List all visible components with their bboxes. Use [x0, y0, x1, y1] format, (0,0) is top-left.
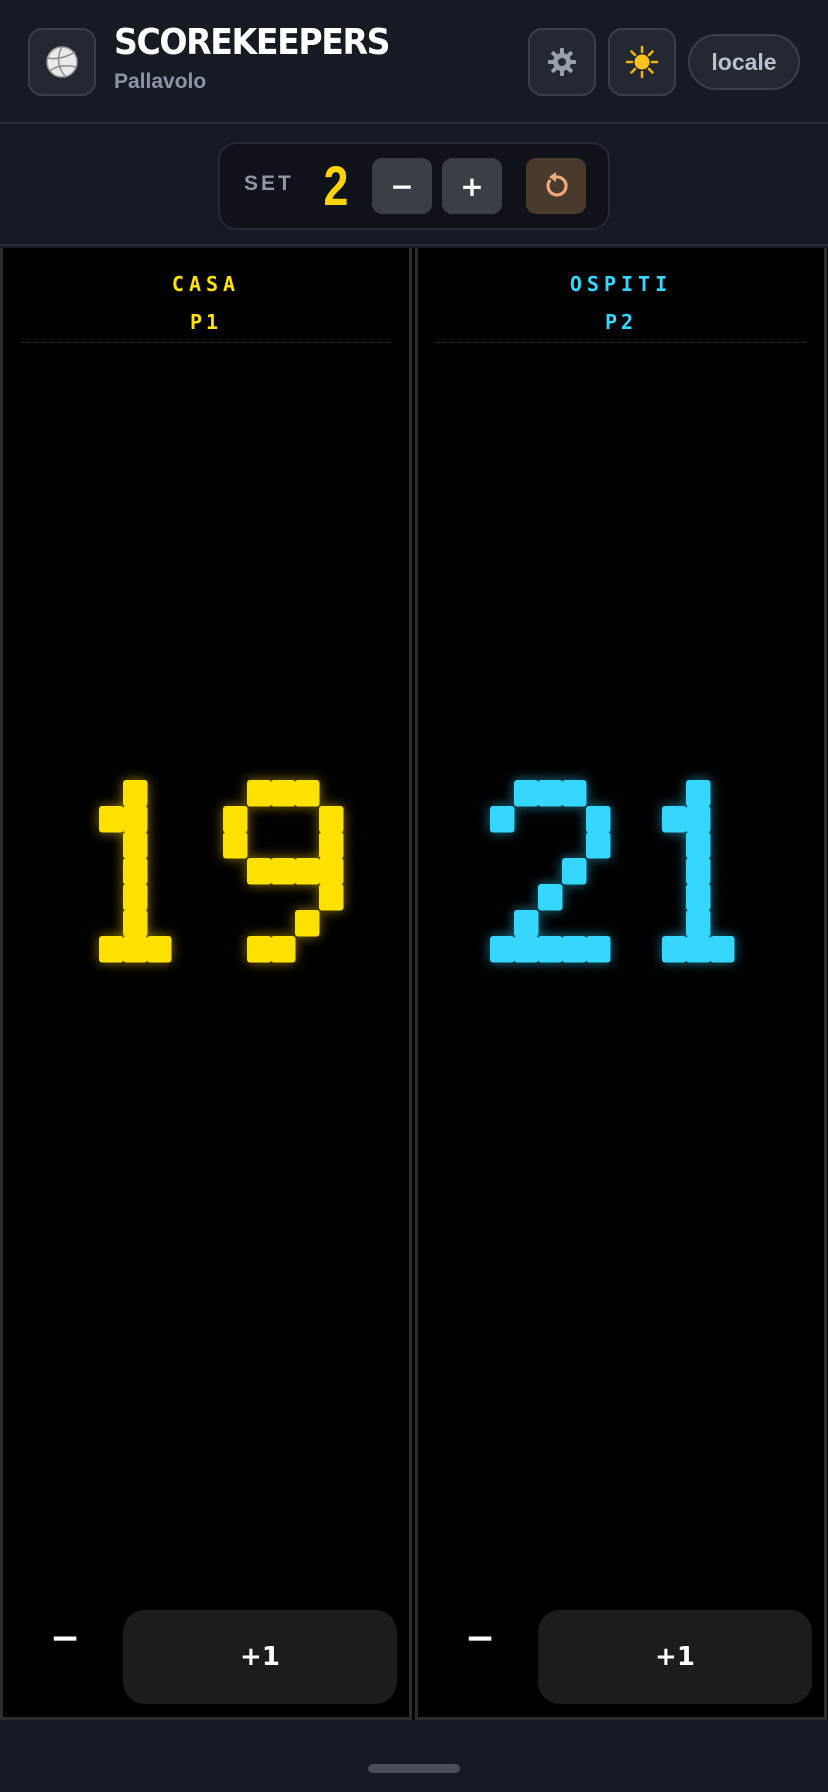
score-pixel — [223, 806, 248, 833]
app-title: SCOREKEEPERS — [114, 22, 390, 63]
score-pixel — [514, 910, 539, 937]
score-pixel — [123, 832, 148, 859]
team-panel-home: CASA P1 − +1 — [0, 248, 412, 1720]
score-pixel — [490, 806, 515, 833]
score-pixel — [686, 858, 711, 885]
score-pixel — [123, 780, 148, 807]
score-pixel — [562, 936, 587, 963]
score-pixel — [686, 884, 711, 911]
set-label: SET — [244, 172, 294, 195]
score-pixel — [147, 936, 172, 963]
score-display-away[interactable] — [418, 248, 828, 1720]
score-pixel — [99, 936, 124, 963]
score-pixel — [586, 806, 611, 833]
sun-icon — [625, 45, 659, 79]
score-digit — [223, 780, 344, 963]
score-pixel — [586, 832, 611, 859]
score-pixel — [223, 832, 248, 859]
score-pixel — [99, 806, 124, 833]
app-header: SCOREKEEPERS Pallavolo locale — [0, 0, 828, 124]
score-pixel — [586, 936, 611, 963]
score-pixel — [319, 858, 344, 885]
app-logo-button[interactable] — [28, 28, 96, 96]
score-pixel — [271, 858, 296, 885]
score-digit — [490, 780, 611, 963]
set-number: 2 — [323, 154, 349, 217]
score-pixel — [514, 780, 539, 807]
score-digit — [662, 780, 735, 963]
app-subtitle: Pallavolo — [114, 70, 207, 93]
score-pixel — [562, 858, 587, 885]
score-pixel — [271, 936, 296, 963]
score-display-home[interactable] — [3, 248, 415, 1720]
score-pixel — [686, 910, 711, 937]
home-indicator — [368, 1764, 460, 1773]
score-pixel — [295, 910, 320, 937]
volleyball-icon — [46, 46, 78, 78]
reset-icon — [546, 172, 568, 197]
score-pixel — [686, 936, 711, 963]
score-increment-button-home[interactable]: +1 — [123, 1610, 397, 1704]
score-pixel — [686, 832, 711, 859]
score-pixel — [295, 858, 320, 885]
scoreboard: CASA P1 − +1 OSPITI P2 − +1 — [0, 248, 828, 1720]
score-pixel — [562, 780, 587, 807]
score-pixel — [538, 780, 563, 807]
score-pixel — [662, 936, 687, 963]
score-pixel — [271, 780, 296, 807]
score-pixel — [710, 936, 735, 963]
score-digit — [99, 780, 172, 963]
score-pixel — [686, 780, 711, 807]
score-pixel — [319, 832, 344, 859]
score-pixel — [123, 858, 148, 885]
score-pixel — [295, 780, 320, 807]
score-increment-button-away[interactable]: +1 — [538, 1610, 812, 1704]
team-panel-away: OSPITI P2 − +1 — [415, 248, 827, 1720]
score-pixel — [247, 780, 272, 807]
settings-button[interactable] — [528, 28, 596, 96]
score-pixel — [538, 884, 563, 911]
score-pixel — [490, 936, 515, 963]
score-pixel — [514, 936, 539, 963]
theme-toggle-button[interactable] — [608, 28, 676, 96]
score-pixel — [319, 884, 344, 911]
reset-button[interactable] — [526, 158, 586, 214]
score-pixel — [319, 806, 344, 833]
score-pixel — [123, 936, 148, 963]
gear-icon — [548, 48, 576, 76]
set-increment-button[interactable]: + — [442, 158, 502, 214]
score-pixel — [538, 936, 563, 963]
score-decrement-button-home[interactable]: − — [29, 1608, 101, 1668]
score-decrement-button-away[interactable]: − — [444, 1608, 516, 1668]
set-decrement-button[interactable]: − — [372, 158, 432, 214]
score-pixel — [123, 806, 148, 833]
score-pixel — [247, 936, 272, 963]
locale-button[interactable]: locale — [688, 34, 800, 90]
score-pixel — [123, 884, 148, 911]
score-pixel — [686, 806, 711, 833]
score-pixel — [123, 910, 148, 937]
set-bar: SET 2 − + — [0, 126, 828, 246]
score-pixel — [662, 806, 687, 833]
set-control: SET 2 − + — [218, 142, 610, 230]
score-pixel — [247, 858, 272, 885]
